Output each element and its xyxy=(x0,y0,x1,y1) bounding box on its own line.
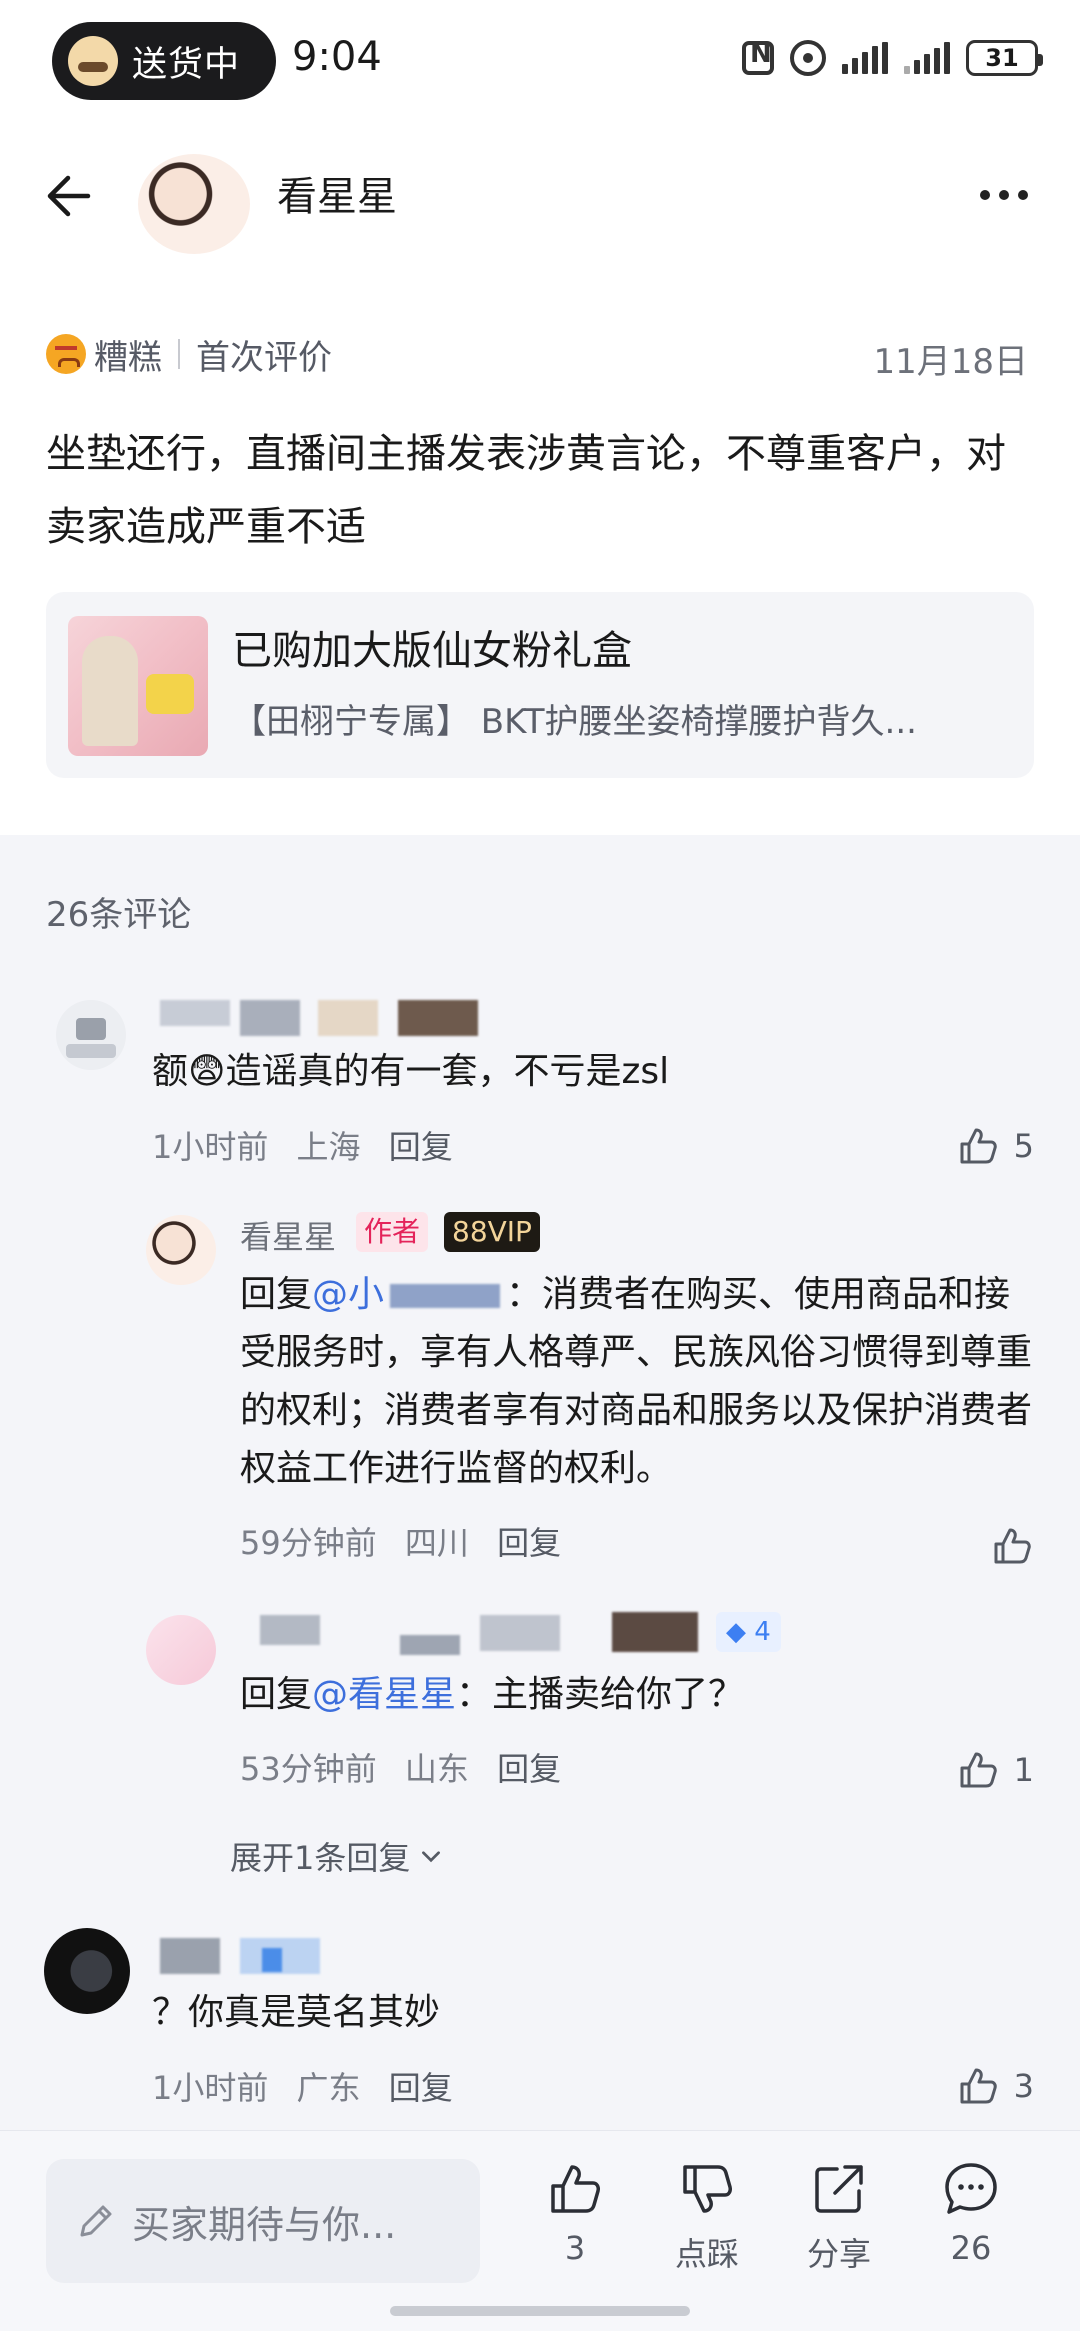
reply-prefix: 回复 xyxy=(240,1674,313,1715)
reply-meta: 53分钟前 山东 回复 xyxy=(240,1744,579,1790)
product-card[interactable]: 已购加大版仙女粉礼盒 【田栩宁专属】 BKT护腰坐姿椅撑腰护背久... xyxy=(46,592,1034,778)
chevron-down-icon xyxy=(422,1851,441,1863)
like-count: 3 xyxy=(1013,2067,1034,2105)
delivery-scooter-icon xyxy=(68,36,118,86)
nfc-icon xyxy=(742,39,774,75)
level-value: 4 xyxy=(754,1617,771,1647)
comment-time: 1小时前 xyxy=(152,2069,269,2107)
thumbs-up-icon xyxy=(994,1528,1031,1564)
like-button[interactable]: 3 xyxy=(956,2064,1034,2108)
review-text: 坐垫还行，直播间主播发表涉黄言论，不尊重客户，对卖家造成严重不适 xyxy=(46,431,1006,550)
reply-location: 山东 xyxy=(404,1750,469,1788)
like-button[interactable]: 1 xyxy=(956,1748,1034,1792)
thumbs-down-icon xyxy=(683,2165,732,2213)
reply-time: 53分钟前 xyxy=(240,1750,377,1788)
bottom-action-bar: 买家期待与你... 3 点踩 分享 26 xyxy=(0,2130,1080,2331)
delivery-status-pill[interactable]: 送货中 xyxy=(52,22,276,100)
thumbs-up-icon xyxy=(960,2068,997,2104)
like-count: 5 xyxy=(1013,1127,1034,1165)
pencil-icon xyxy=(80,2205,112,2237)
reply-button[interactable]: 回复 xyxy=(389,1128,453,1166)
reply-mention[interactable]: @小 xyxy=(312,1274,384,1315)
thumbs-up-icon xyxy=(551,2165,600,2213)
comment-meta: 1小时前 上海 回复 xyxy=(152,1122,471,1168)
comment-bubble-icon xyxy=(945,2163,997,2214)
status-bar: 送货中 9:04 31 xyxy=(0,0,1080,125)
author-name: 看星星 xyxy=(240,1218,337,1256)
commenter-avatar[interactable] xyxy=(44,1928,130,2014)
vip-badge: 88VIP xyxy=(444,1212,540,1252)
like-button[interactable]: 5 xyxy=(956,1124,1034,1168)
comment-input-placeholder: 买家期待与你... xyxy=(132,2202,397,2247)
thumbs-up-icon xyxy=(960,1752,997,1788)
like-count: 1 xyxy=(1013,1751,1034,1789)
product-subtitle: 【田栩宁专属】 BKT护腰坐姿椅撑腰护背久... xyxy=(232,702,917,742)
comment-location: 上海 xyxy=(296,1128,361,1166)
hotspot-icon xyxy=(790,40,826,76)
user-avatar[interactable] xyxy=(138,154,250,254)
comment-time: 1小时前 xyxy=(152,1128,269,1166)
share-icon xyxy=(815,2165,863,2213)
author-avatar[interactable] xyxy=(146,1215,216,1285)
comment-action-button[interactable]: 26 xyxy=(916,2159,1026,2267)
thumbs-up-icon xyxy=(960,1128,997,1164)
comments-count: 26条评论 xyxy=(46,895,192,935)
reply-body: ：主播卖给你了？ xyxy=(456,1674,745,1715)
reply-mention[interactable]: @看星星 xyxy=(312,1674,456,1715)
comment-location: 广东 xyxy=(296,2069,361,2107)
expand-replies-button[interactable]: 展开1条回复 xyxy=(230,1833,444,1879)
reply-button[interactable]: 回复 xyxy=(389,2069,453,2107)
status-icons: 31 xyxy=(742,39,1043,76)
delivery-status-label: 送货中 xyxy=(132,44,241,85)
reply-meta: 59分钟前 四川 回复 xyxy=(240,1518,579,1564)
dislike-action-button[interactable]: 点踩 xyxy=(652,2159,762,2275)
reply-location: 四川 xyxy=(404,1524,469,1562)
comment-meta: 1小时前 广东 回复 xyxy=(152,2063,471,2109)
share-action-button[interactable]: 分享 xyxy=(784,2159,894,2275)
comment-action-count: 26 xyxy=(950,2229,992,2267)
author-badge: 作者 xyxy=(356,1212,429,1252)
expand-label: 展开1条回复 xyxy=(230,1839,411,1877)
reply-time: 59分钟前 xyxy=(240,1524,377,1562)
battery-icon: 31 xyxy=(966,40,1043,76)
author-reply-text: 回复@小 ：消费者在购买、使用商品和接受服务时，享有人格尊严、民族风俗习惯得到尊重… xyxy=(240,1266,1040,1498)
reply-button[interactable]: 回复 xyxy=(497,1524,561,1562)
comment-text: ？你真是莫名其妙 xyxy=(152,1992,441,2033)
replier-avatar[interactable] xyxy=(146,1615,216,1685)
more-options-icon[interactable] xyxy=(980,190,1028,200)
battery-level: 31 xyxy=(985,44,1019,72)
reply-prefix: 回复 xyxy=(240,1274,313,1315)
divider xyxy=(178,339,180,369)
back-arrow-icon[interactable] xyxy=(40,168,96,224)
review-type-label: 首次评价 xyxy=(196,337,332,378)
signal-icon xyxy=(842,42,888,74)
status-time: 9:04 xyxy=(292,34,382,80)
level-badge: ◆ 4 xyxy=(716,1612,781,1652)
product-title: 已购加大版仙女粉礼盒 xyxy=(232,628,632,674)
signal-icon-2 xyxy=(904,42,950,74)
reply-button[interactable]: 回复 xyxy=(497,1750,561,1788)
page-title: 看星星 xyxy=(277,174,397,220)
product-thumbnail xyxy=(68,616,208,756)
comment-input[interactable]: 买家期待与你... xyxy=(46,2159,480,2283)
commenter-avatar[interactable] xyxy=(56,1000,126,1070)
review-date: 11月18日 xyxy=(873,342,1028,382)
rating-row: 糟糕 首次评价 xyxy=(46,330,332,378)
reply-text: 回复@看星星：主播卖给你了？ xyxy=(240,1666,744,1724)
nav-bar: 看星星 xyxy=(0,140,1080,254)
like-button[interactable] xyxy=(990,1524,1034,1568)
like-action-count: 3 xyxy=(564,2229,586,2267)
rating-label: 糟糕 xyxy=(94,337,162,378)
share-action-label: 分享 xyxy=(806,2235,871,2273)
angry-face-icon xyxy=(46,334,86,374)
home-indicator[interactable] xyxy=(390,2306,690,2316)
dislike-action-label: 点踩 xyxy=(674,2235,739,2273)
comment-text: 额😨造谣真的有一套，不亏是zsl xyxy=(152,1051,670,1092)
like-action-button[interactable]: 3 xyxy=(520,2159,630,2267)
